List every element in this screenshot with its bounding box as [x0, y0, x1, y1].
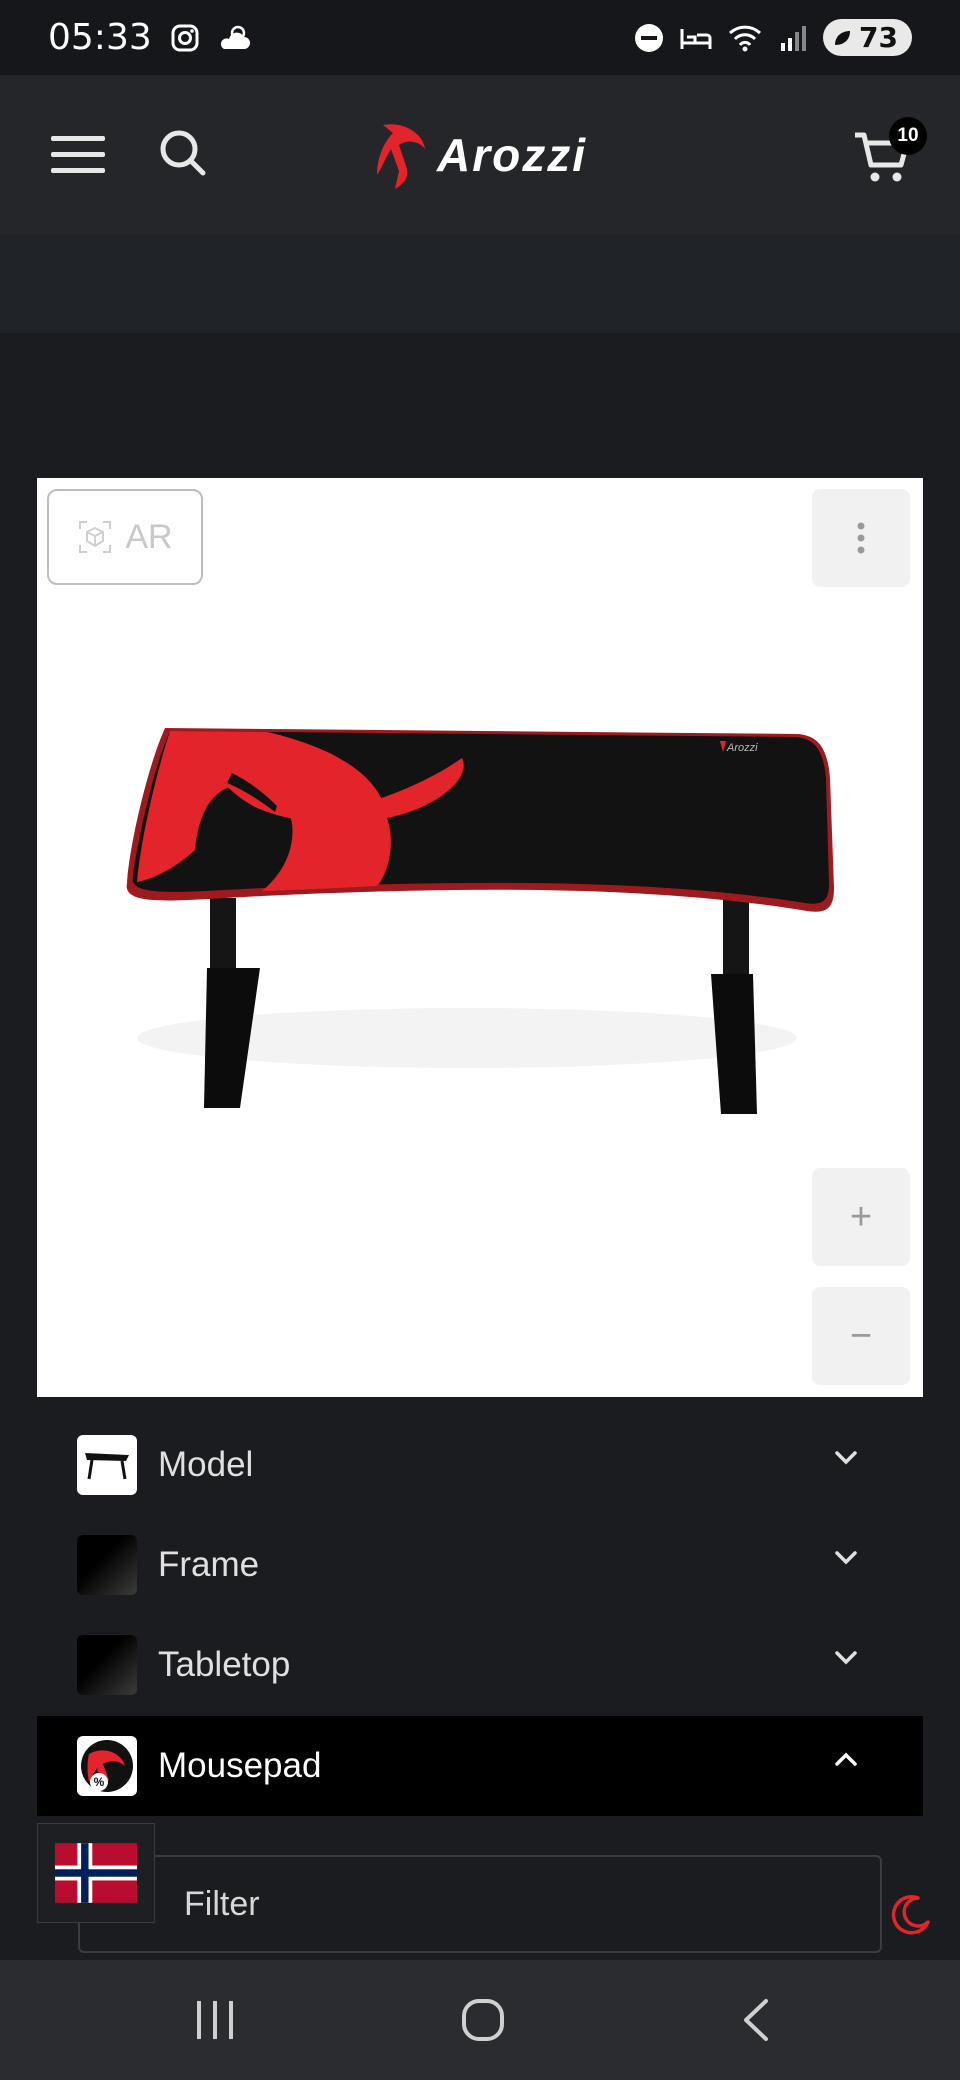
zoom-out-button[interactable]: −: [812, 1287, 910, 1385]
section-label: Frame: [158, 1545, 260, 1584]
back-button[interactable]: [720, 1988, 790, 2052]
brand-logo[interactable]: Arozzi: [352, 115, 608, 195]
model-thumbnail: [77, 1435, 137, 1495]
signal-icon: [781, 25, 807, 51]
weather-icon: [220, 25, 250, 49]
moon-icon: [891, 1895, 930, 1935]
norway-flag-icon: [55, 1843, 137, 1903]
zoom-in-button[interactable]: +: [812, 1168, 910, 1266]
recents-button[interactable]: [180, 1990, 250, 2050]
chevron-down-icon: [835, 1451, 857, 1465]
product-3d-viewer[interactable]: AR Arozzi + −: [37, 478, 923, 1397]
section-tabletop[interactable]: Tabletop: [37, 1615, 923, 1715]
section-label: Tabletop: [158, 1645, 291, 1684]
dark-mode-toggle[interactable]: [884, 1888, 936, 1940]
site-header: Arozzi: [0, 75, 960, 235]
menu-icon: [51, 136, 105, 173]
recents-icon: [197, 2001, 233, 2039]
menu-button[interactable]: [44, 127, 112, 183]
sale-badge-icon: %: [81, 1740, 133, 1792]
arozzi-mark-icon: [377, 124, 425, 189]
frame-thumbnail: [77, 1535, 137, 1595]
filter-input[interactable]: Filter: [78, 1855, 882, 1953]
section-frame[interactable]: Frame: [37, 1515, 923, 1615]
section-model[interactable]: Model: [37, 1415, 923, 1515]
desk-thumbnail-icon: [85, 1453, 129, 1480]
minus-icon: −: [849, 1314, 873, 1357]
cart-count-badge: 10: [889, 117, 927, 155]
section-mousepad[interactable]: % Mousepad: [37, 1716, 923, 1816]
filter-placeholder: Filter: [184, 1884, 260, 1923]
search-button[interactable]: [155, 125, 211, 181]
battery-saver-icon: [835, 30, 851, 45]
status-time: 05:33: [48, 17, 152, 58]
sleep-mode-icon: [680, 28, 712, 49]
wifi-icon: [729, 25, 762, 51]
instagram-icon: [171, 24, 199, 51]
battery-level: 73: [859, 21, 898, 54]
gaming-desk-model: Arozzi: [126, 728, 834, 1114]
plus-icon: +: [849, 1195, 873, 1238]
system-navigation-bar: [0, 1960, 960, 2080]
chevron-down-icon: [835, 1551, 857, 1565]
header-subbar: [0, 235, 960, 333]
battery-indicator: 73: [823, 19, 912, 56]
mousepad-thumbnail: %: [77, 1736, 137, 1796]
chevron-down-icon: [835, 1651, 857, 1665]
dnd-icon: [635, 23, 664, 52]
search-icon: [160, 130, 206, 176]
home-button[interactable]: [448, 1988, 518, 2052]
desk-logo-text: Arozzi: [726, 742, 758, 754]
country-selector[interactable]: [37, 1823, 155, 1923]
section-label: Model: [158, 1445, 254, 1484]
back-icon: [744, 1999, 768, 2041]
section-label: Mousepad: [158, 1746, 322, 1785]
logo-text: Arozzi: [437, 129, 587, 181]
chevron-up-icon: [835, 1752, 857, 1766]
tabletop-thumbnail: [77, 1635, 137, 1695]
svg-text:%: %: [94, 1775, 105, 1789]
home-icon: [462, 1999, 504, 2041]
status-bar: 05:33 73: [0, 0, 960, 75]
